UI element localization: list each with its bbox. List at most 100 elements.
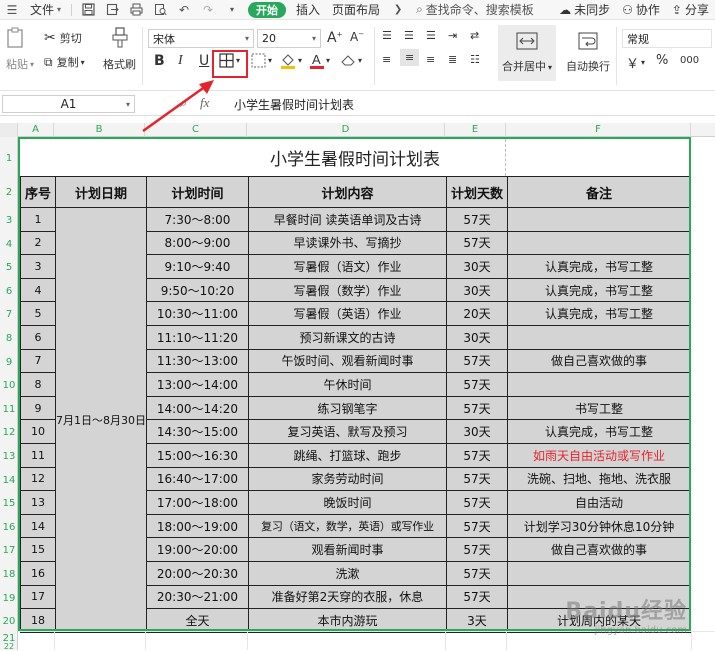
column-header-b[interactable]: B [54, 123, 145, 137]
note-cell[interactable]: 认真完成，书写工整 [507, 277, 691, 303]
tab-start[interactable]: 开始 [248, 1, 287, 18]
align-bottom-button[interactable]: ☰ [426, 29, 436, 42]
note-cell[interactable]: 书写工整 [507, 395, 691, 421]
time-cell[interactable]: 14:00～14:20 [146, 395, 249, 421]
content-cell[interactable]: 写暑假（数学）作业 [248, 277, 447, 303]
time-cell[interactable]: 9:50～10:20 [146, 277, 249, 303]
content-cell[interactable]: 晚饭时间 [248, 490, 447, 515]
seq-cell[interactable]: 4 [20, 277, 56, 303]
save-icon[interactable] [81, 3, 95, 17]
note-cell[interactable]: 认真完成，书写工整 [507, 254, 691, 279]
justify-button[interactable]: ≣ [448, 53, 457, 66]
row-header-1[interactable]: 1 [0, 140, 18, 177]
days-cell[interactable]: 57天 [446, 442, 508, 468]
date-range-cell[interactable]: 7月1日～8月30日 [55, 207, 147, 633]
seq-cell[interactable]: 1 [20, 207, 56, 232]
thousands-button[interactable]: 000 [680, 55, 699, 66]
row-header-4[interactable]: 4 [0, 233, 18, 257]
row-header-19[interactable]: 19 [0, 587, 18, 611]
days-cell[interactable]: 57天 [446, 513, 508, 539]
column-header-d[interactable]: D [247, 123, 445, 137]
row-header-5[interactable]: 5 [0, 256, 18, 280]
spreadsheet-grid[interactable]: 小学生暑假时间计划表 序号 计划日期 计划时间 计划内容 计划天数 备注 1 7… [18, 137, 715, 650]
paste-button[interactable] [6, 27, 26, 49]
days-cell[interactable]: 57天 [446, 395, 508, 421]
clear-button[interactable]: ▾ [340, 53, 362, 67]
merge-center-button[interactable]: 合并居中 ▾ [498, 25, 556, 81]
content-cell[interactable]: 午饭时间、观看新闻时事 [248, 348, 447, 374]
time-cell[interactable]: 11:10～11:20 [146, 324, 249, 350]
content-cell[interactable]: 写暑假（英语）作业 [248, 301, 447, 326]
column-header-c[interactable]: C [145, 123, 247, 137]
content-cell[interactable]: 准备好第2天穿的衣服，休息 [248, 584, 447, 610]
note-cell[interactable]: 做自己喜欢做的事 [507, 537, 691, 562]
row-header-11[interactable]: 11 [0, 398, 18, 422]
seq-cell[interactable]: 17 [20, 584, 56, 610]
row-header-16[interactable]: 16 [0, 516, 18, 540]
time-cell[interactable]: 7:30～8:00 [146, 207, 249, 232]
time-cell[interactable]: 16:40～17:00 [146, 466, 249, 492]
days-cell[interactable]: 30天 [446, 419, 508, 444]
header-days[interactable]: 计划天数 [446, 176, 508, 208]
content-cell[interactable]: 洗漱 [248, 560, 447, 586]
header-time[interactable]: 计划时间 [146, 176, 249, 208]
print-preview-icon[interactable] [153, 3, 167, 17]
column-header-f[interactable]: F [506, 123, 691, 137]
percent-button[interactable]: % [656, 53, 668, 68]
indent-button[interactable]: ⇥ [448, 29, 457, 42]
header-seq[interactable]: 序号 [20, 176, 56, 208]
wrap-text-button[interactable]: 自动换行 [562, 25, 614, 81]
chevron-right-icon[interactable]: ❯ [391, 3, 405, 17]
note-cell[interactable] [507, 230, 691, 256]
number-format-select[interactable]: 常规 [622, 29, 712, 48]
font-size-select[interactable]: 20 ▾ [257, 29, 321, 48]
distribute-button[interactable]: ☷ [470, 53, 480, 66]
format-painter-label-button[interactable]: 格式刷 [103, 56, 136, 72]
text-direction-button[interactable]: ⇄ [470, 29, 479, 42]
time-cell[interactable]: 10:30～11:00 [146, 301, 249, 326]
seq-cell[interactable]: 12 [20, 466, 56, 492]
select-all-corner[interactable] [0, 123, 18, 137]
note-cell[interactable]: 认真完成，书写工整 [507, 419, 691, 444]
function-icon[interactable]: fx [200, 95, 209, 111]
seq-cell[interactable]: 6 [20, 324, 56, 350]
underline-button[interactable]: U [199, 53, 209, 69]
decrease-font-button[interactable]: A− [350, 30, 364, 44]
time-cell[interactable]: 9:10～9:40 [146, 254, 249, 279]
days-cell[interactable]: 30天 [446, 254, 508, 279]
font-color-button[interactable]: A ▾ [310, 52, 330, 69]
row-header-18[interactable]: 18 [0, 563, 18, 587]
days-cell[interactable]: 57天 [446, 348, 508, 374]
row-header-15[interactable]: 15 [0, 492, 18, 516]
row-header-3[interactable]: 3 [0, 209, 18, 233]
days-cell[interactable]: 57天 [446, 537, 508, 562]
seq-cell[interactable]: 14 [20, 513, 56, 539]
days-cell[interactable]: 30天 [446, 324, 508, 350]
row-header-13[interactable]: 13 [0, 445, 18, 469]
note-cell[interactable]: 计划学习30分钟休息10分钟 [507, 513, 691, 539]
time-cell[interactable]: 20:30～21:00 [146, 584, 249, 610]
tab-page-layout[interactable]: 页面布局 [326, 0, 386, 20]
seq-cell[interactable]: 3 [20, 254, 56, 279]
header-date[interactable]: 计划日期 [55, 176, 147, 208]
seq-cell[interactable]: 9 [20, 395, 56, 421]
row-header-8[interactable]: 8 [0, 327, 18, 351]
tab-insert[interactable]: 插入 [290, 0, 326, 20]
note-cell-highlighted[interactable]: 如雨天自由活动或写作业 [507, 442, 691, 468]
time-cell[interactable]: 18:00～19:00 [146, 513, 249, 539]
align-top-button[interactable]: ☰ [382, 29, 392, 42]
time-cell[interactable]: 14:30～15:00 [146, 419, 249, 444]
content-cell[interactable]: 午休时间 [248, 372, 447, 397]
align-middle-button[interactable]: ☰ [404, 29, 414, 42]
note-cell[interactable]: 做自己喜欢做的事 [507, 348, 691, 374]
unsync-button[interactable]: ☁ 未同步 [553, 0, 616, 20]
row-header-2[interactable]: 2 [0, 177, 18, 209]
format-painter-button[interactable] [110, 27, 130, 49]
time-cell[interactable]: 17:00～18:00 [146, 490, 249, 515]
content-cell[interactable]: 早读课外书、写摘抄 [248, 230, 447, 256]
seq-cell[interactable]: 16 [20, 560, 56, 586]
note-cell[interactable]: 自由活动 [507, 490, 691, 515]
row-header-17[interactable]: 17 [0, 539, 18, 563]
command-search[interactable]: ⌕ 查找命令、搜索模板 [410, 1, 540, 18]
content-cell[interactable]: 早餐时间 读英语单词及古诗 [248, 207, 447, 232]
